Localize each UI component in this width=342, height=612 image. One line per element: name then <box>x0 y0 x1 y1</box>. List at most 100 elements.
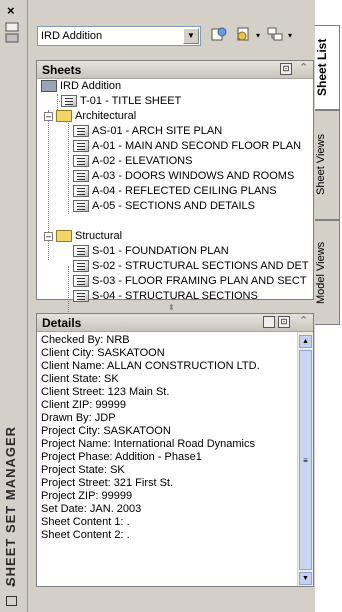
sheet-set-icon <box>41 80 57 93</box>
tree-node-label: AS-01 - ARCH SITE PLAN <box>92 125 223 137</box>
tree-node-label: S-04 - STRUCTURAL SECTIONS <box>92 290 258 302</box>
sheet-tree: IRD Addition T-01 - TITLE SHEET – Archit… <box>37 79 313 334</box>
model-views-dropdown-arrow[interactable]: ▾ <box>288 26 296 46</box>
scroll-down-icon[interactable]: ▼ <box>299 572 312 585</box>
detail-line: Client ZIP: 99999 <box>41 399 126 411</box>
details-scrollbar[interactable]: ▲ ≡ ▼ <box>297 332 313 586</box>
tab-sheet-views[interactable]: Sheet Views <box>315 110 340 220</box>
detail-line: Sheet Content 2: . <box>41 529 130 541</box>
tree-node-label: A-04 - REFLECTED CEILING PLANS <box>92 185 277 197</box>
details-text: Checked By: NRB Client City: SASKATOON C… <box>37 332 298 586</box>
tree-node-sheet[interactable]: A-04 - REFLECTED CEILING PLANS <box>73 184 277 199</box>
detail-line: Project State: SK <box>41 464 125 476</box>
details-view-icon[interactable] <box>263 316 275 328</box>
tree-node-label: Architectural <box>75 110 137 122</box>
tree-node-sheet[interactable]: AS-01 - ARCH SITE PLAN <box>73 124 222 139</box>
sheet-icon <box>73 275 89 288</box>
detail-line: Client Name: ALLAN CONSTRUCTION LTD. <box>41 360 260 372</box>
sheets-panel: Sheets ⊡ ⌃ IRD Addition T-01 - TITLE SHE… <box>36 60 314 334</box>
sheets-panel-header: Sheets ⊡ ⌃ <box>37 61 313 79</box>
sheet-icon <box>61 95 77 108</box>
tree-node-sheet[interactable]: A-01 - MAIN AND SECOND FLOOR PLAN <box>73 139 301 154</box>
folder-icon <box>56 230 72 243</box>
tree-node-sheet[interactable]: A-05 - SECTIONS AND DETAILS <box>73 199 255 214</box>
detail-line: Client Street: 123 Main St. <box>41 386 170 398</box>
sheet-icon <box>73 170 89 183</box>
detail-line: Project City: SASKATOON <box>41 425 171 437</box>
sheet-icon <box>73 140 89 153</box>
collapse-icon[interactable]: ⌃ <box>299 314 308 327</box>
tree-node-label: T-01 - TITLE SHEET <box>80 95 182 107</box>
model-views-icon[interactable] <box>264 25 286 47</box>
details-panel-title: Details <box>42 316 82 330</box>
tree-node-sheet[interactable]: T-01 - TITLE SHEET <box>61 94 181 109</box>
sheet-icon <box>73 200 89 213</box>
sheets-panel-options-icon[interactable]: ⊡ <box>280 63 292 75</box>
detail-line: Client City: SASKATOON <box>41 347 165 359</box>
tree-node-sheet[interactable]: S-01 - FOUNDATION PLAN <box>73 244 229 259</box>
detail-line: Project ZIP: 99999 <box>41 490 133 502</box>
details-panel: Details ⊡ ⌃ Checked By: NRB Client City:… <box>36 313 314 587</box>
sheet-icon <box>73 185 89 198</box>
detail-line: Project Street: 321 First St. <box>41 477 174 489</box>
sheets-panel-title: Sheets <box>42 63 82 77</box>
tree-node-sheet[interactable]: A-02 - ELEVATIONS <box>73 154 192 169</box>
tree-node-sheet[interactable]: S-03 - FLOOR FRAMING PLAN AND SECT <box>73 274 307 289</box>
detail-line: Set Date: JAN. 2003 <box>41 503 142 515</box>
sheet-set-dropdown[interactable]: IRD Addition ▼ <box>37 26 201 46</box>
tree-node-subset-architectural[interactable]: Architectural <box>56 109 136 124</box>
tree-node-sheet[interactable]: S-04 - STRUCTURAL SECTIONS <box>73 289 258 304</box>
sheet-icon <box>73 290 89 303</box>
palette-title: SHEET SET MANAGER <box>3 425 18 586</box>
tree-node-label: Structural <box>75 230 123 242</box>
tree-node-label: S-01 - FOUNDATION PLAN <box>92 245 229 257</box>
panel-splitter-handle[interactable]: ⬍ <box>168 303 175 312</box>
detail-line: Project Phase: Addition - Phase1 <box>41 451 202 463</box>
detail-line: Drawn By: JDP <box>41 412 116 424</box>
tree-node-label: A-03 - DOORS WINDOWS AND ROOMS <box>92 170 295 182</box>
collapse-structural-icon[interactable]: – <box>44 232 53 241</box>
details-panel-header: Details ⊡ ⌃ <box>37 314 313 332</box>
tab-model-views[interactable]: Model Views <box>315 220 340 325</box>
scroll-thumb[interactable]: ≡ <box>299 350 312 570</box>
properties-icon[interactable]: ⇢ <box>7 580 15 591</box>
detail-line: Client State: SK <box>41 373 119 385</box>
sheet-icon <box>73 260 89 273</box>
sheet-list-icon[interactable] <box>232 25 254 47</box>
tree-node-label: IRD Addition <box>60 80 122 92</box>
detail-line: Project Name: International Road Dynamic… <box>41 438 255 450</box>
close-icon[interactable]: × <box>7 3 15 18</box>
tree-node-sheet[interactable]: A-03 - DOORS WINDOWS AND ROOMS <box>73 169 294 184</box>
tab-label: Sheet List <box>315 38 329 97</box>
palette-grip-icon[interactable] <box>5 22 19 44</box>
collapse-icon[interactable]: ⌃ <box>299 61 308 74</box>
tab-label: Model Views <box>315 241 327 304</box>
auto-hide-icon[interactable] <box>6 596 17 606</box>
chevron-down-icon[interactable]: ▼ <box>183 28 199 44</box>
scroll-up-icon[interactable]: ▲ <box>299 335 312 348</box>
tree-node-sheet[interactable]: S-02 - STRUCTURAL SECTIONS AND DET <box>73 259 309 274</box>
sheet-icon <box>73 245 89 258</box>
collapse-architectural-icon[interactable]: – <box>44 112 53 121</box>
tree-node-subset-structural[interactable]: Structural <box>56 229 122 244</box>
tree-node-label: A-02 - ELEVATIONS <box>92 155 193 167</box>
vertical-tab-strip: Sheet List Sheet Views Model Views <box>315 0 342 612</box>
sheet-set-manager-body: IRD Addition ▼ ▾ ▾ Sheets ⊡ ⌃ IRD Additi… <box>28 0 315 612</box>
palette-title-bar[interactable]: × SHEET SET MANAGER ⇢ <box>0 0 28 612</box>
folder-icon <box>56 110 72 123</box>
tree-node-root[interactable]: IRD Addition <box>41 79 121 94</box>
detail-line: Checked By: NRB <box>41 334 130 346</box>
publish-icon[interactable] <box>208 25 230 47</box>
sheet-icon <box>73 155 89 168</box>
tree-node-label: S-02 - STRUCTURAL SECTIONS AND DET <box>92 260 309 272</box>
tab-sheet-list[interactable]: Sheet List <box>315 25 340 110</box>
preview-view-icon[interactable]: ⊡ <box>278 316 290 328</box>
sheet-set-value: IRD Addition <box>41 30 103 42</box>
detail-line: Sheet Content 1: . <box>41 516 130 528</box>
tree-node-label: A-01 - MAIN AND SECOND FLOOR PLAN <box>92 140 302 152</box>
tree-node-label: S-03 - FLOOR FRAMING PLAN AND SECT <box>92 275 307 287</box>
toolbar: IRD Addition ▼ ▾ ▾ <box>28 18 315 48</box>
sheet-icon <box>73 125 89 138</box>
sheet-list-dropdown-arrow[interactable]: ▾ <box>256 26 264 46</box>
tab-label: Sheet Views <box>315 134 327 196</box>
